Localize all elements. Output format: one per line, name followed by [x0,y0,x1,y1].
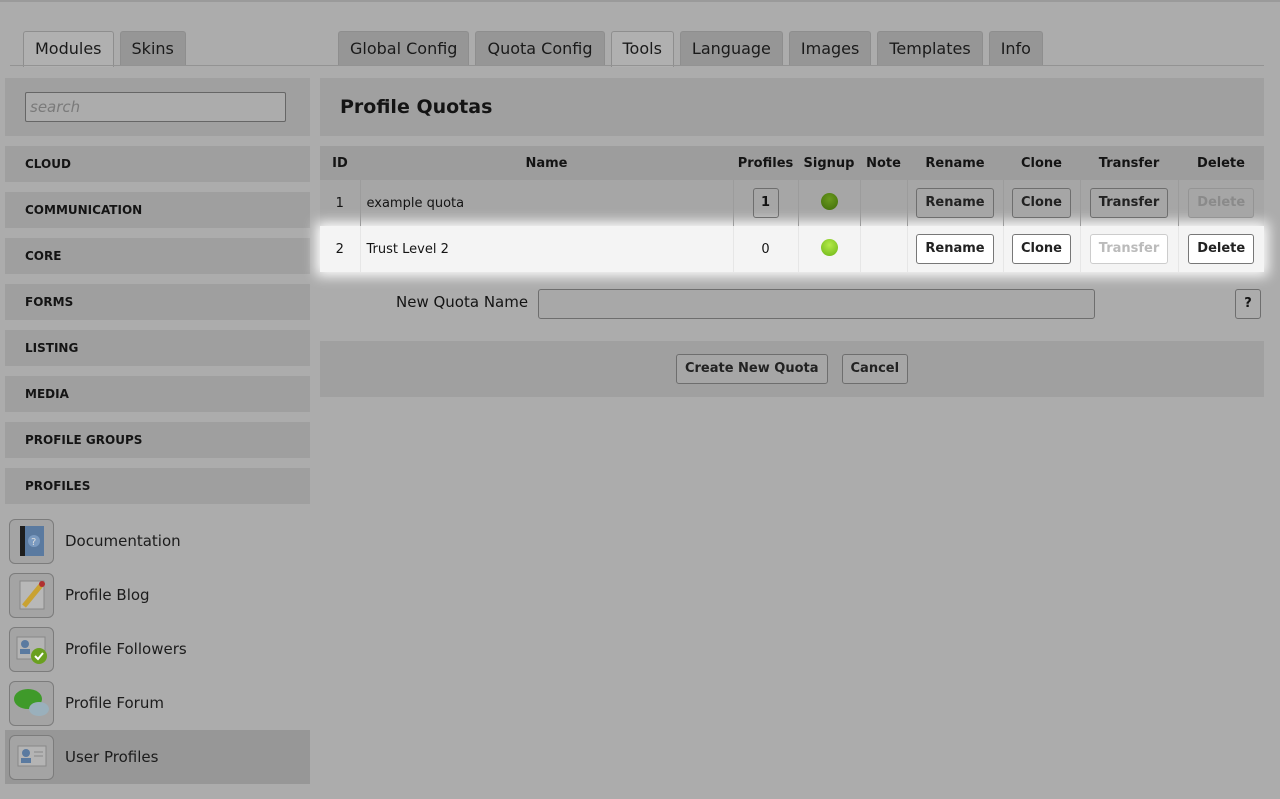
profile-check-icon [9,626,54,672]
category-forms[interactable]: FORMS [5,284,310,320]
module-label: Profile Blog [65,586,150,604]
tab-info[interactable]: Info [988,31,1043,65]
sidebar: CLOUD COMMUNICATION CORE FORMS LISTING M… [5,78,310,784]
chat-bubbles-icon [9,680,54,726]
signup-status-icon[interactable] [820,238,838,256]
note-cell [859,226,907,272]
tab-global-config[interactable]: Global Config [338,31,470,65]
transfer-button[interactable]: Transfer [1089,188,1169,218]
top-border [0,0,1280,2]
profiles-count-button[interactable]: 1 [752,188,779,218]
col-name: Name [360,146,733,180]
col-rename: Rename [907,146,1003,180]
signup-status-icon[interactable] [820,192,838,210]
new-quota-name-input[interactable] [538,289,1095,319]
new-quota-row: New Quota Name ? [320,272,1264,344]
book-help-icon: ? [9,518,54,564]
new-quota-label: New Quota Name [396,293,529,311]
tab-skins[interactable]: Skins [119,31,186,65]
col-profiles: Profiles [733,146,798,180]
quota-name: example quota [359,180,733,226]
tab-tools[interactable]: Tools [610,31,674,67]
quota-id: 2 [320,226,360,272]
tab-templates[interactable]: Templates [877,31,983,65]
category-communication[interactable]: COMMUNICATION [5,192,310,228]
profiles-count: 0 [732,226,798,272]
module-profile-blog[interactable]: Profile Blog [5,568,310,622]
transfer-button: Transfer [1089,234,1169,264]
module-label: Documentation [65,532,181,550]
module-label: User Profiles [65,748,159,766]
module-profile-followers[interactable]: Profile Followers [5,622,310,676]
table-row: 1 example quota 1 Rename Clone Transfer … [320,180,1264,226]
profile-card-icon [9,734,54,780]
delete-button[interactable]: Delete [1188,234,1255,264]
table-header: ID Name Profiles Signup Note Rename Clon… [320,146,1264,180]
tab-language[interactable]: Language [679,31,783,65]
col-id: ID [320,146,360,180]
main-panel: Profile Quotas ID Name Profiles Signup N… [320,78,1264,397]
delete-button: Delete [1188,188,1255,218]
pencil-icon [9,572,54,618]
search-panel [5,78,310,136]
quota-name: Trust Level 2 [359,226,733,272]
module-label: Profile Forum [65,694,164,712]
module-label: Profile Followers [65,640,187,658]
category-media[interactable]: MEDIA [5,376,310,412]
col-signup: Signup [798,146,860,180]
quota-table: ID Name Profiles Signup Note Rename Clon… [320,146,1264,272]
clone-button[interactable]: Clone [1012,234,1071,264]
category-profiles[interactable]: PROFILES [5,468,310,504]
table-row: 2 Trust Level 2 0 Rename Clone Transfer … [320,226,1264,272]
col-transfer: Transfer [1080,146,1178,180]
rename-button[interactable]: Rename [916,188,994,218]
cancel-button[interactable]: Cancel [841,354,909,384]
page-title: Profile Quotas [320,78,1264,136]
svg-text:?: ? [31,537,36,548]
quota-id: 1 [320,180,360,226]
main-tabs: Global Config Quota Config Tools Languag… [338,31,1043,67]
tab-quota-config[interactable]: Quota Config [475,31,605,65]
tab-divider [10,65,1264,66]
help-button[interactable]: ? [1235,289,1261,319]
category-profile-groups[interactable]: PROFILE GROUPS [5,422,310,458]
category-cloud[interactable]: CLOUD [5,146,310,182]
note-cell [859,180,907,226]
col-delete: Delete [1178,146,1264,180]
clone-button[interactable]: Clone [1012,188,1071,218]
category-core[interactable]: CORE [5,238,310,274]
tab-images[interactable]: Images [788,31,872,65]
action-bar: Create New Quota Cancel [320,341,1264,397]
module-profile-forum[interactable]: Profile Forum [5,676,310,730]
category-listing[interactable]: LISTING [5,330,310,366]
col-clone: Clone [1003,146,1080,180]
tab-modules[interactable]: Modules [23,31,114,67]
module-documentation[interactable]: ? Documentation [5,514,310,568]
search-input[interactable] [25,92,286,122]
module-user-profiles[interactable]: User Profiles [5,730,310,784]
create-new-quota-button[interactable]: Create New Quota [675,354,828,384]
rename-button[interactable]: Rename [916,234,994,264]
col-note: Note [860,146,907,180]
left-tabs: Modules Skins [23,31,186,67]
